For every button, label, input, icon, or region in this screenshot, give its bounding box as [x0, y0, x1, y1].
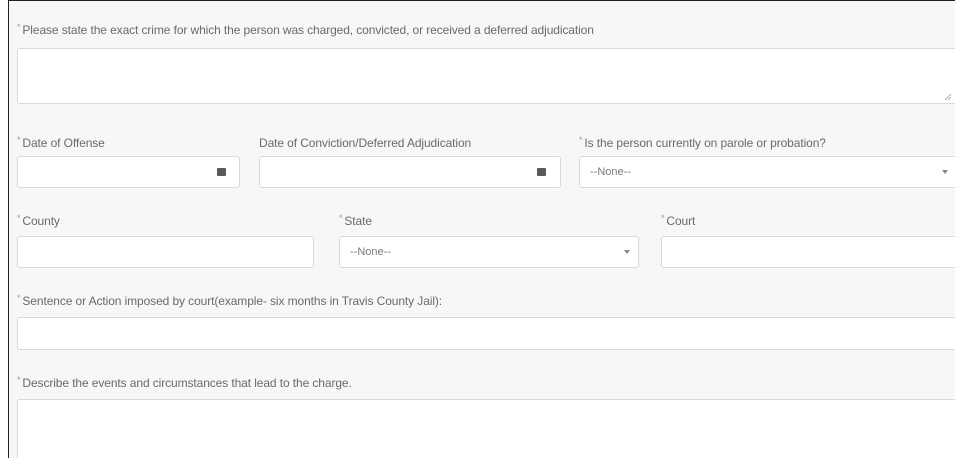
sentence-label-text: Sentence or Action imposed by court(exam…	[22, 294, 443, 308]
date-of-conviction-input[interactable]	[259, 156, 561, 188]
parole-select[interactable]: --None--	[579, 156, 955, 188]
chevron-down-icon	[942, 170, 948, 174]
date-of-offense-label: * Date of Offense	[17, 135, 105, 150]
date-of-offense-calendar-button[interactable]	[206, 157, 236, 187]
chevron-down-icon	[624, 250, 630, 254]
court-input[interactable]	[661, 236, 955, 268]
court-label-text: Court	[666, 214, 696, 228]
sentence-label: * Sentence or Action imposed by court(exa…	[17, 293, 443, 308]
crime-label-text: Please state the exact crime for which t…	[22, 23, 594, 37]
required-marker: *	[17, 22, 21, 32]
calendar-icon	[536, 168, 546, 176]
parole-selected-value: --None--	[590, 166, 631, 178]
required-marker: *	[17, 293, 21, 303]
state-selected-value: --None--	[350, 246, 391, 258]
county-label: * County	[17, 213, 60, 228]
date-of-conviction-label: Date of Conviction/Deferred Adjudication	[259, 136, 472, 150]
crime-textarea[interactable]	[17, 48, 955, 104]
county-label-text: County	[22, 214, 60, 228]
describe-textarea[interactable]	[17, 399, 955, 458]
state-select[interactable]: --None--	[339, 236, 639, 268]
date-of-offense-label-text: Date of Offense	[22, 136, 105, 150]
form-panel: * Please state the exact crime for which …	[8, 0, 955, 458]
required-marker: *	[17, 135, 21, 145]
describe-label: * Describe the events and circumstances t…	[17, 375, 352, 390]
court-label: * Court	[661, 213, 696, 228]
required-marker: *	[17, 375, 21, 385]
county-input[interactable]	[17, 236, 314, 268]
required-marker: *	[579, 135, 583, 145]
date-of-conviction-calendar-button[interactable]	[526, 157, 556, 187]
parole-label-text: Is the person currently on parole or pro…	[584, 136, 826, 150]
resize-grip-icon[interactable]	[944, 93, 952, 101]
required-marker: *	[17, 213, 21, 223]
calendar-icon	[216, 168, 226, 176]
state-label: * State	[339, 213, 372, 228]
required-marker: *	[339, 213, 343, 223]
crime-label: * Please state the exact crime for which …	[17, 22, 594, 37]
required-marker: *	[661, 213, 665, 223]
describe-label-text: Describe the events and circumstances th…	[22, 376, 352, 390]
parole-label: * Is the person currently on parole or pr…	[579, 135, 826, 150]
state-label-text: State	[344, 214, 372, 228]
sentence-input[interactable]	[17, 317, 955, 350]
